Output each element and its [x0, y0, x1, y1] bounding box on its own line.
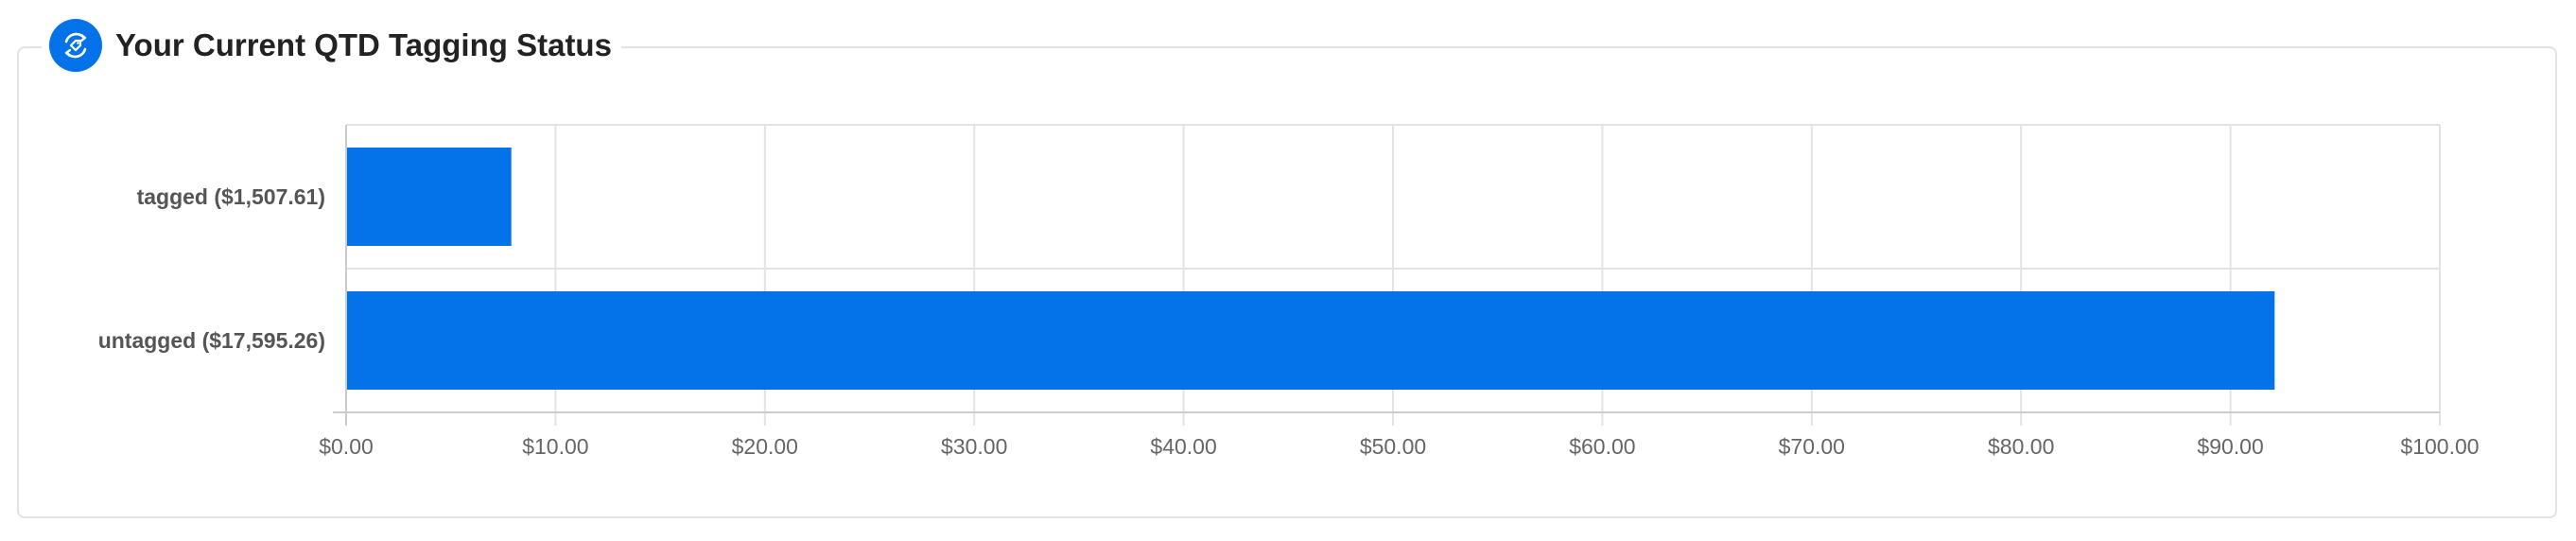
- x-tick-label: $10.00: [522, 434, 588, 459]
- x-tick-label: $40.00: [1150, 434, 1216, 459]
- x-tick-label: $60.00: [1569, 434, 1635, 459]
- bar[interactable]: [346, 291, 2275, 390]
- x-tick-label: $90.00: [2197, 434, 2263, 459]
- x-tick-label: $70.00: [1779, 434, 1845, 459]
- bar[interactable]: [346, 148, 512, 246]
- x-tick-label: $20.00: [732, 434, 798, 459]
- x-tick-label: $100.00: [2400, 434, 2479, 459]
- x-tick-label: $30.00: [941, 434, 1007, 459]
- category-labels: tagged ($1,507.61) untagged ($17,595.26): [98, 184, 325, 353]
- x-tick-label: $80.00: [1988, 434, 2054, 459]
- x-tick-labels: $0.00 $10.00 $20.00 $30.00 $40.00 $50.00 $60.0…: [319, 434, 2479, 459]
- x-tick-label: $50.00: [1360, 434, 1426, 459]
- category-label: untagged ($17,595.26): [98, 328, 325, 353]
- x-tick-label: $0.00: [319, 434, 374, 459]
- bar-chart: tagged ($1,507.61)untagged ($17,595.26) …: [98, 124, 2480, 459]
- category-label: tagged ($1,507.61): [137, 184, 325, 209]
